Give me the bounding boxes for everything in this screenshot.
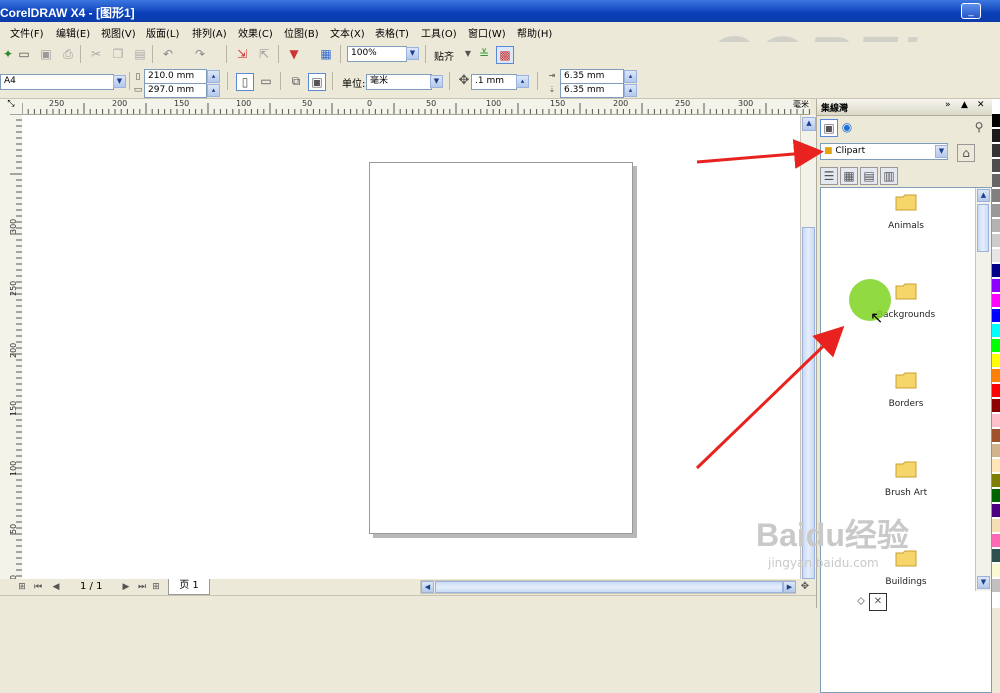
watermark-brand: Baidu经验 (756, 517, 909, 553)
watermark-url: jingyan.baidu.com (768, 556, 879, 570)
arrow-to-backgrounds-folder (695, 325, 845, 470)
arrow-to-source-select (696, 139, 824, 169)
watermark: Baidu经验 jingyan.baidu.com (756, 510, 946, 592)
